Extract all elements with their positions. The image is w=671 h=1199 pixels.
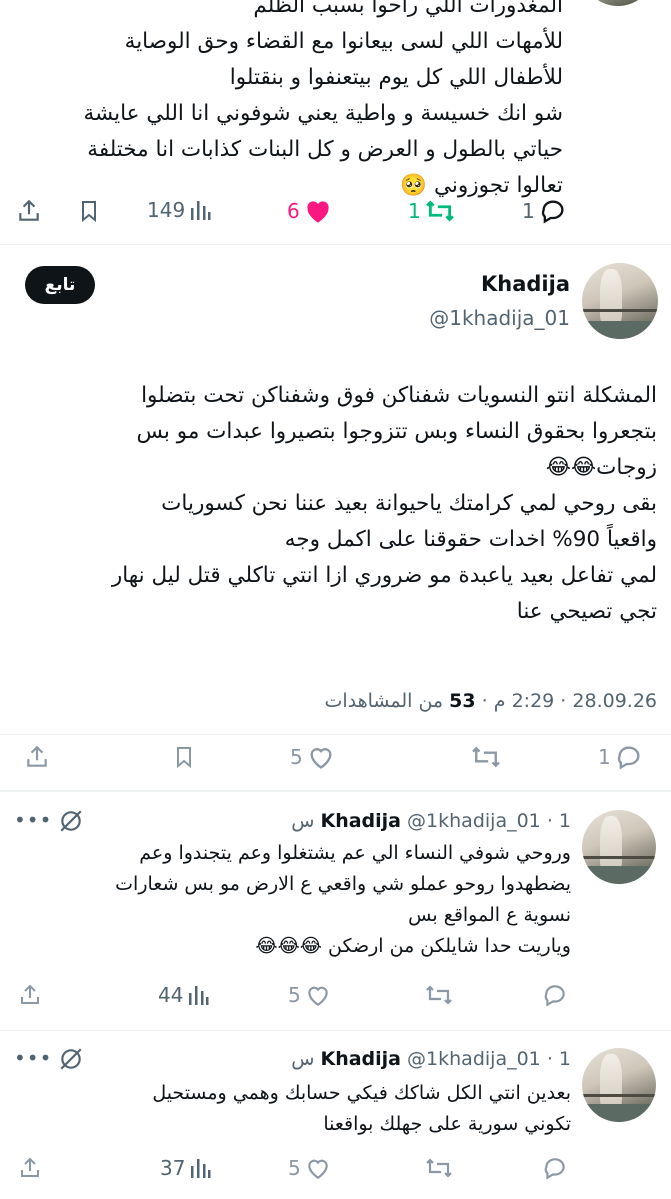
divider	[0, 1030, 671, 1031]
tweet-meta: 28.09.26 · 2:29 م · 53 من المشاهدات	[324, 690, 657, 712]
divider	[0, 790, 671, 792]
share-button[interactable]	[18, 1156, 42, 1180]
more-options-icon[interactable]: •••	[14, 808, 52, 832]
tweet-text-line: واقعياً 90% اخدات حقوقنا على اكمل وجه	[284, 527, 657, 552]
reply-header: Khadija @1khadija_01 · 1 س	[291, 1048, 571, 1070]
retweet-button[interactable]	[470, 744, 502, 770]
author-handle[interactable]: @1khadija_01	[429, 306, 570, 330]
bookmark-button[interactable]	[77, 198, 101, 224]
tweet-text-line: بقى روحي لمي كرامتك ياحيوانة بعيد عننا ن…	[161, 491, 657, 516]
divider	[0, 734, 671, 735]
tweet-text-line: المغدورات اللي راحوا بسبب الظلم	[253, 0, 563, 18]
share-icon	[21, 1157, 39, 1177]
like-button[interactable]: 5	[290, 744, 335, 770]
like-count: 5	[288, 983, 301, 1007]
views-count: 37	[160, 1156, 186, 1180]
share-icon	[27, 745, 47, 767]
tweet-text-line: شو انك خسيسة و واطية يعني شوفوني انا الل…	[83, 101, 563, 126]
heart-filled-icon	[307, 201, 329, 223]
tweet-time[interactable]: 2:29 م	[494, 690, 554, 712]
like-count: 5	[290, 745, 303, 769]
share-button[interactable]	[24, 744, 50, 770]
reply-button[interactable]: 1	[522, 198, 567, 224]
author-name[interactable]: Khadija	[481, 272, 570, 296]
views-button[interactable]: 44	[158, 983, 209, 1007]
reply-text-line: يضطهدوا روحو عملو شي واقعي ع الارض مو بس…	[115, 873, 571, 895]
follow-button[interactable]: تابع	[25, 266, 95, 304]
heart-icon	[307, 1159, 328, 1180]
tweet-text-line: حياتي بالطول و العرض و كل البنات كذابات …	[87, 137, 563, 162]
tweet-text-line: المشكلة انتو النسويات شفناكن فوق وشفناكن…	[141, 383, 657, 408]
reply-icon	[544, 1158, 565, 1180]
reply-text-line: وروحي شوفي النساء الي عم يشتغلوا وعم يتج…	[139, 842, 571, 864]
reply-count: 1	[522, 199, 535, 223]
tweet-text-line: للأطفال اللي كل يوم بيتعنفوا و بنقتلوا	[229, 65, 563, 90]
avatar[interactable]	[582, 810, 656, 884]
views-label: من المشاهدات	[324, 690, 444, 712]
views-count: 44	[158, 983, 184, 1007]
avatar[interactable]	[582, 1048, 656, 1122]
like-button[interactable]: 5	[288, 1156, 331, 1180]
grok-icon[interactable]	[58, 1046, 84, 1076]
views-count: 149	[147, 198, 186, 222]
reply-button[interactable]: 1	[598, 744, 643, 770]
avatar[interactable]	[582, 263, 658, 339]
share-icon	[19, 199, 39, 221]
more-options-icon[interactable]: •••	[14, 1046, 52, 1070]
retweet-button[interactable]	[424, 983, 454, 1007]
retweet-button[interactable]	[424, 1156, 454, 1180]
reply-text-line: بعدين انتي الكل شاكك فيكي حسابك وهمي ومس…	[152, 1082, 571, 1104]
tweet-text-line: زوجات😂😂	[545, 455, 657, 480]
reply-icon	[617, 746, 640, 770]
retweet-icon	[425, 200, 454, 222]
retweet-icon	[426, 985, 452, 1005]
analytics-icon	[191, 201, 211, 220]
retweet-icon	[426, 1158, 452, 1178]
tweet-date[interactable]: 28.09.26	[572, 690, 657, 712]
like-button[interactable]: 6	[287, 198, 332, 224]
author-name[interactable]: Khadija	[320, 810, 401, 832]
reply-text-line: نسوية ع المواقع بس	[408, 904, 571, 926]
retweet-count: 1	[408, 199, 421, 223]
bookmark-button[interactable]	[172, 744, 196, 770]
like-button[interactable]: 5	[288, 983, 331, 1007]
reply-header: Khadija @1khadija_01 · 1 س	[291, 810, 571, 832]
views-count: 53	[449, 690, 476, 712]
tweet-text-line: لمي تفاعل بعيد ياعبدة مو ضروري ازا انتي …	[111, 563, 657, 588]
author-handle[interactable]: @1khadija_01	[407, 810, 541, 832]
heart-icon	[307, 986, 328, 1007]
author-name[interactable]: Khadija	[320, 1048, 401, 1070]
avatar[interactable]	[583, 0, 653, 6]
analytics-icon	[189, 986, 209, 1005]
share-button[interactable]	[16, 198, 42, 224]
reply-icon	[544, 985, 565, 1007]
reply-button[interactable]	[542, 983, 568, 1007]
tweet-text-line: بتجعروا بحقوق النساء وبس تتزوجوا بتصيروا…	[136, 419, 657, 444]
tweet-text-line: تجي تصيحي عنا	[516, 599, 657, 624]
author-handle[interactable]: @1khadija_01	[407, 1048, 541, 1070]
heart-icon	[310, 748, 332, 769]
bookmark-icon	[82, 201, 96, 223]
views-button[interactable]: 149	[147, 198, 211, 222]
views-button[interactable]: 37	[160, 1156, 211, 1180]
reply-count: 1	[598, 745, 611, 769]
share-icon	[21, 984, 39, 1004]
like-count: 5	[288, 1156, 301, 1180]
reply-button[interactable]	[542, 1156, 568, 1180]
retweet-button[interactable]: 1	[408, 198, 455, 224]
reply-icon	[541, 200, 564, 224]
analytics-icon	[191, 1159, 211, 1178]
reply-text-line: تكوني سورية على جهلك بواقعنا	[323, 1113, 571, 1135]
like-count: 6	[287, 199, 300, 223]
retweet-icon	[472, 746, 500, 768]
grok-icon[interactable]	[58, 808, 84, 838]
reply-text-line: وياريت حدا شايلكن من ارضكن 😂😂😂	[255, 935, 571, 957]
share-button[interactable]	[18, 983, 42, 1007]
bookmark-icon	[177, 747, 191, 769]
divider	[0, 244, 671, 245]
tweet-text-line: للأمهات اللي لسى بيعانوا مع القضاء وحق ا…	[124, 29, 563, 54]
